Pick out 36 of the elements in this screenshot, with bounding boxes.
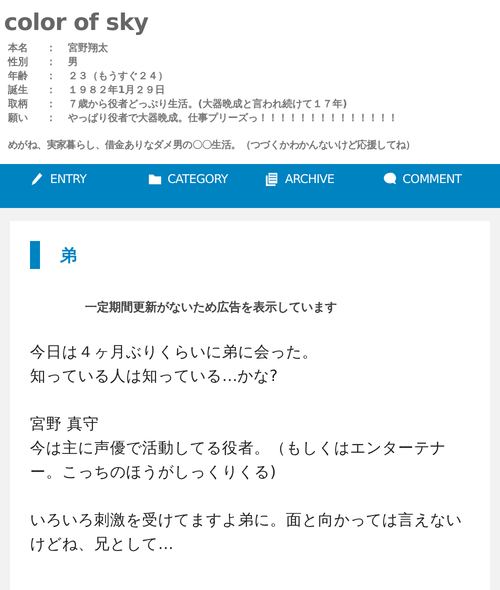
body-text: いろいろ刺激を受けてますよ弟に。面と向かっては言えないけどね、兄として… [30, 510, 463, 555]
body-text: 宮野 真守 [30, 414, 100, 435]
folder-icon [148, 172, 162, 186]
profile-label: 願い [8, 112, 29, 126]
body-text: 今日は４ヶ月ぶりくらいに弟に会った。 [30, 342, 319, 363]
ad-notice: 一定期間更新がないため広告を表示しています [85, 299, 338, 316]
profile-separator: ： [46, 84, 57, 98]
body-text: 今は主に声優で活動してる役者。（もしくはエンターテナー。こっちのほうがしっくりくる) [30, 438, 447, 483]
profile-value: ７歳から役者どっぷり生活。(大器晩成と言われ続けて１７年) [68, 98, 348, 112]
profile-value: やっぱり役者で大器晩成。仕事プリーズっ！！！！！！！！！！！！！！ [68, 112, 398, 126]
profile-label: 本名 [8, 42, 29, 56]
speech-bubble-icon [382, 172, 396, 186]
profile-value: ２３（もうすぐ２４） [68, 70, 168, 84]
profile-value: 男 [68, 56, 78, 70]
profile-value: 宮野翔太 [68, 42, 108, 56]
site-tagline: めがね、実家暮らし、借金ありなダメ男の〇〇生活。（つづくかわかんないけど応援してね） [8, 138, 416, 152]
profile-label: 誕生 [8, 84, 29, 98]
pencil-icon [30, 172, 44, 186]
profile-label: 年齢 [8, 70, 29, 84]
profile-label: 性別 [8, 56, 29, 70]
site-title: color of sky [4, 10, 150, 36]
profile-label: 取柄 [8, 98, 29, 112]
profile-separator: ： [46, 98, 57, 112]
profile-separator: ： [46, 42, 57, 56]
body-text: 知っている人は知っている…かな? [30, 366, 279, 387]
nav-link[interactable]: CATEGORY [148, 164, 265, 208]
title-marker [30, 241, 40, 269]
profile-separator: ： [46, 112, 57, 126]
nav-link[interactable]: ENTRY [30, 164, 148, 208]
nav-link[interactable]: ARCHIVE [265, 164, 382, 208]
nav-link[interactable]: COMMENT [382, 164, 500, 208]
profile-value: １９８２年1月２９日 [68, 84, 165, 98]
profile-separator: ： [46, 56, 57, 70]
documents-icon [265, 172, 279, 186]
profile-separator: ： [46, 70, 57, 84]
post-title: 弟 [60, 244, 77, 266]
